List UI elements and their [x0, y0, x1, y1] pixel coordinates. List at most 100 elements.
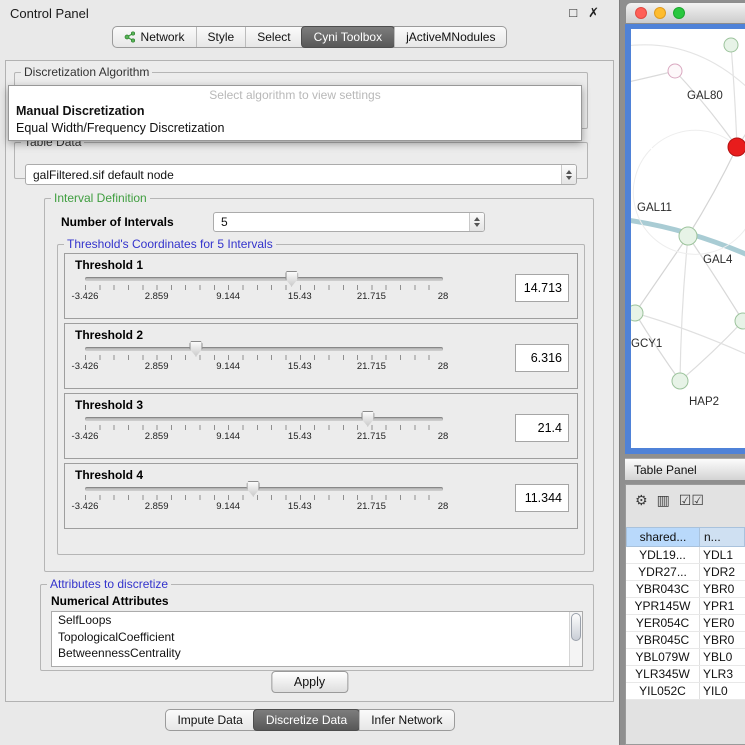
table-cell: YER054C: [626, 615, 700, 631]
threshold-value[interactable]: 14.713: [515, 274, 569, 302]
tab-label: Style: [208, 30, 235, 44]
slider-ticks: [85, 285, 443, 290]
control-panel-tabs: Network Style SelectCyni ToolboxjActiveMNo…: [112, 26, 508, 48]
select-columns-icon[interactable]: ☑☑: [679, 493, 704, 507]
table-cell: YER0: [700, 615, 745, 631]
attribute-list-item[interactable]: TopologicalCoefficient: [52, 629, 582, 646]
network-node[interactable]: [728, 138, 745, 156]
threshold-panel: Threshold 3 -3.4262.8599.14415.4321.71528…: [64, 393, 578, 459]
apply-button[interactable]: Apply: [271, 671, 348, 693]
network-edge[interactable]: [680, 236, 688, 381]
tab-select[interactable]: Select: [245, 27, 301, 47]
tab-infer-network[interactable]: Infer Network: [359, 710, 453, 730]
table-row[interactable]: YDR27...YDR2: [626, 564, 745, 581]
dropdown-hint: Select algorithm to view settings: [9, 86, 581, 103]
zoom-button[interactable]: [673, 7, 685, 19]
scale-tick-label: -3.426: [72, 431, 99, 442]
network-node[interactable]: [631, 305, 643, 321]
network-node[interactable]: [724, 38, 738, 52]
float-window-icon[interactable]: □: [569, 5, 577, 21]
table-row[interactable]: YER054CYER0: [626, 615, 745, 632]
traffic-lights: [626, 7, 685, 19]
table-cell: YBR0: [700, 581, 745, 597]
network-window-frame: GAL80GAL11GAL4GCY1HAP2: [625, 24, 745, 454]
network-tab-icon: [124, 31, 136, 43]
control-panel-title: Control Panel: [10, 6, 89, 21]
network-edge[interactable]: [688, 147, 737, 236]
threshold-value[interactable]: 6.316: [515, 344, 569, 372]
threshold-panel: Threshold 4-3.4262.8599.14415.4321.71528…: [64, 463, 578, 529]
table-cell: YIL052C: [626, 683, 700, 699]
algorithm-option-manual-discretization[interactable]: Manual Discretization: [9, 103, 581, 120]
slider-track[interactable]: [85, 347, 443, 351]
threshold-slider[interactable]: -3.4262.8599.14415.4321.71528: [85, 277, 443, 302]
table-cell: YPR145W: [626, 598, 700, 614]
table-data-combo[interactable]: galFiltered.sif default node: [25, 164, 577, 185]
network-node[interactable]: [672, 373, 688, 389]
scale-tick-label: 9.144: [216, 431, 240, 442]
close-icon[interactable]: ✗: [588, 5, 599, 21]
table-row[interactable]: YIL052CYIL0: [626, 683, 745, 700]
network-view-window: GAL80GAL11GAL4GCY1HAP2: [625, 2, 745, 454]
numerical-attributes-list[interactable]: SelfLoopsTopologicalCoefficientBetweenne…: [51, 611, 583, 667]
table-row[interactable]: YBR045CYBR0: [626, 632, 745, 649]
table-cell: YPR1: [700, 598, 745, 614]
columns-icon[interactable]: ▥: [657, 493, 670, 507]
scale-tick-label: 21.715: [357, 431, 386, 442]
tab-impute-data[interactable]: Impute Data: [166, 710, 253, 730]
network-node[interactable]: [668, 64, 682, 78]
threshold-slider[interactable]: -3.4262.8599.14415.4321.71528: [85, 347, 443, 372]
table-body: YDL19...YDL1YDR27...YDR2YBR043CYBR0YPR14…: [626, 547, 745, 700]
scale-tick-label: 28: [438, 431, 449, 442]
slider-track[interactable]: [85, 487, 443, 491]
combo-stepper-icon: [561, 165, 576, 184]
tab-cyni-toolbox[interactable]: Cyni Toolbox: [301, 26, 395, 48]
network-node[interactable]: [679, 227, 697, 245]
table-row[interactable]: YBR043CYBR0: [626, 581, 745, 598]
gear-icon[interactable]: ⚙: [635, 493, 648, 507]
scale-tick-label: 9.144: [216, 501, 240, 512]
minimize-button[interactable]: [654, 7, 666, 19]
number-of-intervals-value: 5: [221, 215, 228, 229]
scale-tick-label: 28: [438, 361, 449, 372]
table-cell: YBR0: [700, 632, 745, 648]
attribute-list-item[interactable]: SelfLoops: [52, 612, 582, 629]
threshold-slider[interactable]: -3.4262.8599.14415.4321.71528: [85, 487, 443, 512]
network-window-titlebar[interactable]: [625, 2, 745, 24]
network-node-label: HAP2: [689, 396, 719, 408]
scrollbar-thumb[interactable]: [571, 613, 581, 641]
number-of-intervals-row: Number of Intervals 5: [61, 212, 593, 232]
threshold-value[interactable]: 21.4: [515, 414, 569, 442]
column-header[interactable]: n...: [700, 527, 745, 547]
threshold-label: Threshold 3: [75, 398, 569, 412]
network-node[interactable]: [735, 313, 745, 329]
scale-tick-label: 2.859: [145, 291, 169, 302]
table-toolbar: ⚙ ▥ ☑☑: [626, 485, 745, 515]
network-node-label: GAL4: [703, 254, 733, 266]
threshold-value[interactable]: 11.344: [515, 484, 569, 512]
threshold-slider[interactable]: -3.4262.8599.14415.4321.71528: [85, 417, 443, 442]
algorithm-option-equal-width-frequency-discretization[interactable]: Equal Width/Frequency Discretization: [9, 120, 581, 137]
column-header[interactable]: shared...: [626, 527, 700, 547]
table-row[interactable]: YBL079WYBL0: [626, 649, 745, 666]
table-panel-header[interactable]: Table Panel: [625, 458, 745, 481]
slider-track[interactable]: [85, 417, 443, 421]
network-edge[interactable]: [731, 45, 737, 147]
slider-track[interactable]: [85, 277, 443, 281]
table-row[interactable]: YPR145WYPR1: [626, 598, 745, 615]
list-scrollbar[interactable]: [569, 612, 582, 666]
network-edge[interactable]: [635, 236, 688, 313]
tab-discretize-data[interactable]: Discretize Data: [253, 709, 360, 731]
network-edge[interactable]: [675, 71, 737, 147]
number-of-intervals-combo[interactable]: 5: [213, 212, 485, 232]
tab-jactivemnodules[interactable]: jActiveMNodules: [394, 27, 506, 47]
slider-ticks: [85, 425, 443, 430]
close-button[interactable]: [635, 7, 647, 19]
attribute-list-item[interactable]: BetweennessCentrality: [52, 645, 582, 662]
table-row[interactable]: YLR345WYLR3: [626, 666, 745, 683]
network-canvas[interactable]: GAL80GAL11GAL4GCY1HAP2: [631, 29, 745, 448]
network-edge[interactable]: [680, 321, 743, 381]
tab-style[interactable]: Style: [196, 27, 246, 47]
table-row[interactable]: YDL19...YDL1: [626, 547, 745, 564]
tab-network[interactable]: Network: [113, 27, 196, 47]
